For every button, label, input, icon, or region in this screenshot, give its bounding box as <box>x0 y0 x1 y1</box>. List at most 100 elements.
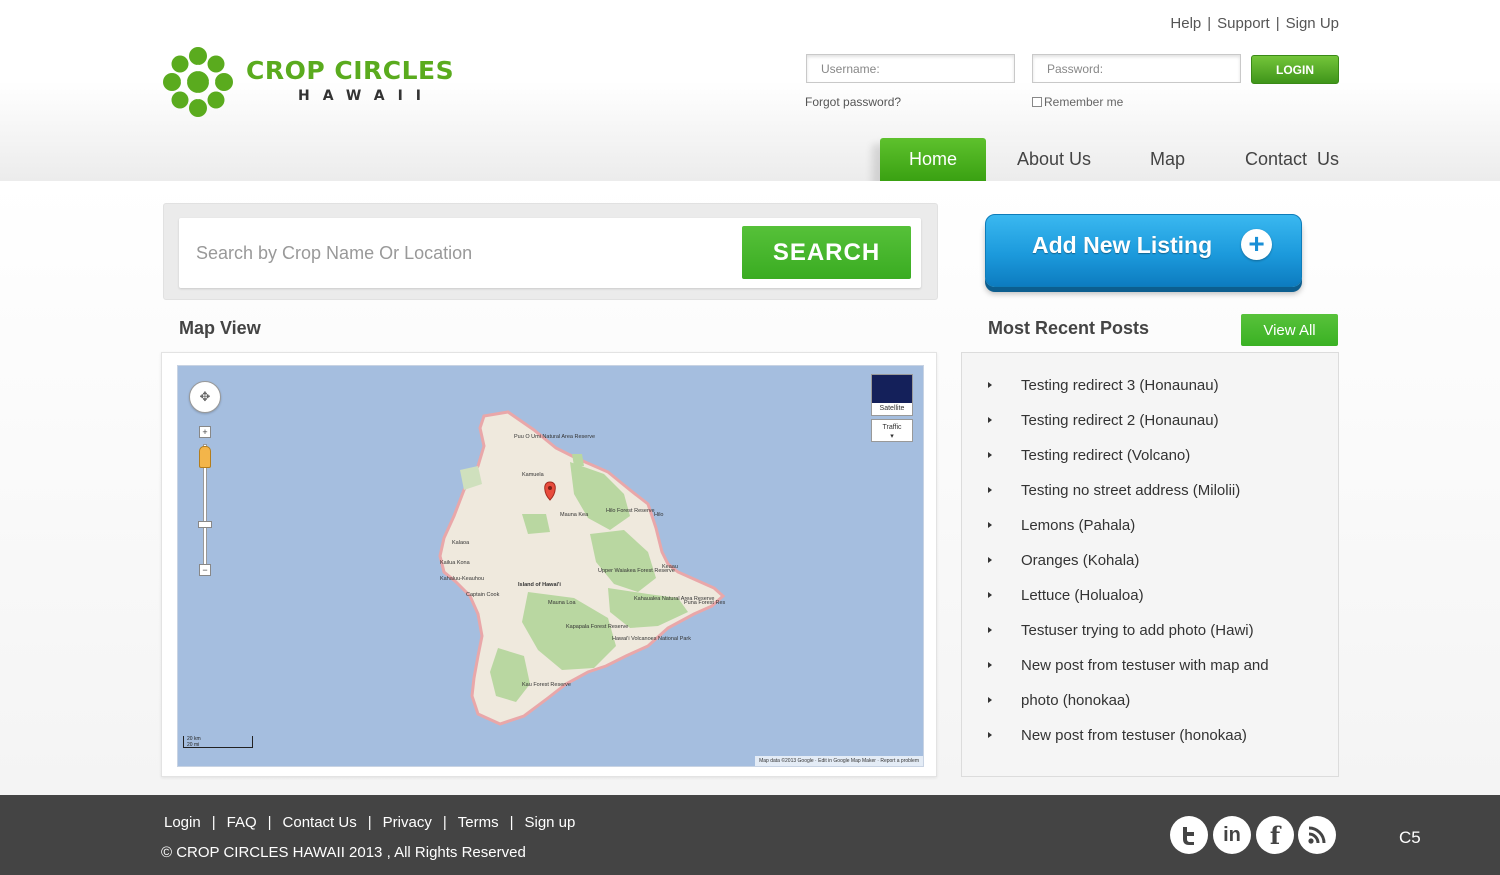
post-title[interactable]: Oranges (Kohala) <box>1021 552 1139 569</box>
island-map: Puu O Umi Natural Area Reserve Kamuela M… <box>438 410 726 726</box>
nav-item-contact-us[interactable]: Contact Us <box>1240 138 1344 181</box>
list-item[interactable]: Oranges (Kohala) <box>962 545 1338 575</box>
add-new-listing-label: Add New Listing <box>1032 232 1213 258</box>
post-title[interactable]: Testuser trying to add photo (Hawi) <box>1021 622 1254 639</box>
chevron-down-icon: ▾ <box>890 433 894 440</box>
nav-item-map[interactable]: Map <box>1135 138 1200 181</box>
flower-logo-icon <box>163 47 233 117</box>
bullet-arrow-icon <box>988 662 992 668</box>
map-panel: Puu O Umi Natural Area Reserve Kamuela M… <box>161 352 937 777</box>
bullet-arrow-icon <box>988 417 992 423</box>
post-title[interactable]: Lemons (Pahala) <box>1021 517 1135 534</box>
signup-link[interactable]: Sign Up <box>1286 15 1339 32</box>
footer-faq-link[interactable]: FAQ <box>227 814 257 831</box>
support-link[interactable]: Support <box>1217 15 1270 32</box>
post-title[interactable]: Testing redirect 2 (Honaunau) <box>1021 412 1219 429</box>
list-item[interactable]: Testing redirect (Volcano) <box>962 440 1338 470</box>
username-field[interactable] <box>806 54 1015 83</box>
list-item[interactable]: New post from testuser (honokaa) <box>962 720 1338 750</box>
list-item[interactable]: New post from testuser with map and <box>962 650 1338 680</box>
map-attribution[interactable]: Map data ©2013 Google · Edit in Google M… <box>755 756 923 766</box>
post-title[interactable]: photo (honokaa) <box>1021 692 1130 709</box>
scale-mi-label: 20 mi <box>187 742 200 748</box>
map-place-label: Kapapala Forest Reserve <box>566 624 628 630</box>
list-item[interactable]: photo (honokaa) <box>962 685 1338 715</box>
satellite-thumbnail <box>872 375 912 403</box>
zoom-slider-handle[interactable] <box>198 521 212 528</box>
bullet-arrow-icon <box>988 522 992 528</box>
separator: | <box>1275 15 1280 32</box>
list-item[interactable]: Testuser trying to add photo (Hawi) <box>962 615 1338 645</box>
map-place-label: Kalaoa <box>452 540 470 546</box>
map-place-label: Puu O Umi Natural Area Reserve <box>514 434 595 440</box>
add-new-listing-button[interactable]: Add New Listing + <box>985 214 1302 287</box>
nav-item-about-us[interactable]: About Us <box>1004 138 1104 181</box>
traffic-label: Traffic <box>882 424 902 431</box>
map-place-label: Kailua Kona <box>440 560 471 566</box>
separator: | <box>442 814 447 831</box>
pegman-icon[interactable] <box>199 446 211 468</box>
map-view-title: Map View <box>179 318 261 338</box>
map-place-label: Mauna Kea <box>560 512 589 518</box>
zoom-in-button[interactable]: + <box>199 426 211 438</box>
footer-terms-link[interactable]: Terms <box>458 814 499 831</box>
post-title[interactable]: Lettuce (Holualoa) <box>1021 587 1144 604</box>
footer-login-link[interactable]: Login <box>164 814 201 831</box>
bullet-arrow-icon <box>988 557 992 563</box>
twitter-icon[interactable] <box>1170 816 1208 854</box>
site-logo[interactable]: CROP CIRCLES HAWAII <box>160 44 460 120</box>
nav-item-home[interactable]: Home <box>880 138 986 181</box>
main-nav: Home About Us Map Contact Us <box>0 138 1500 181</box>
map-canvas[interactable]: Puu O Umi Natural Area Reserve Kamuela M… <box>177 365 924 767</box>
list-item[interactable]: Lettuce (Holualoa) <box>962 580 1338 610</box>
map-place-label: Keaau <box>662 564 678 570</box>
remember-me[interactable]: Remember me <box>1032 95 1123 109</box>
list-item[interactable]: Testing redirect 3 (Honaunau) <box>962 370 1338 400</box>
search-bar: SEARCH <box>179 218 921 288</box>
remember-me-label: Remember me <box>1044 95 1124 109</box>
zoom-out-button[interactable]: − <box>199 564 211 576</box>
search-button[interactable]: SEARCH <box>742 226 911 279</box>
separator: | <box>367 814 372 831</box>
forgot-password-link[interactable]: Forgot password? <box>805 95 901 109</box>
footer-contact-link[interactable]: Contact Us <box>283 814 357 831</box>
post-title[interactable]: Testing redirect 3 (Honaunau) <box>1021 377 1219 394</box>
recent-posts-list: Testing redirect 3 (Honaunau) Testing re… <box>961 352 1339 777</box>
traffic-toggle[interactable]: Traffic ▾ <box>871 419 913 442</box>
footer-links: Login | FAQ | Contact Us | Privacy | Terms | Sign … <box>164 814 575 831</box>
top-links: Help | Support | Sign Up <box>1170 15 1339 32</box>
post-title[interactable]: New post from testuser with map and <box>1021 657 1269 674</box>
map-scale-bar: 20 km 20 mi <box>183 736 253 748</box>
page-code: C5 <box>1399 828 1421 847</box>
satellite-toggle[interactable]: Satellite <box>871 374 913 416</box>
pan-control-icon[interactable]: ✥ <box>189 381 221 413</box>
bullet-arrow-icon <box>988 382 992 388</box>
map-marker-dot <box>548 486 552 490</box>
list-item[interactable]: Testing redirect 2 (Honaunau) <box>962 405 1338 435</box>
bullet-arrow-icon <box>988 452 992 458</box>
remember-me-checkbox[interactable] <box>1032 97 1042 107</box>
footer-signup-link[interactable]: Sign up <box>524 814 575 831</box>
linkedin-icon[interactable]: in <box>1213 816 1251 854</box>
post-title[interactable]: Testing redirect (Volcano) <box>1021 447 1190 464</box>
search-panel: SEARCH <box>163 203 938 300</box>
map-place-label: Island of Hawai'i <box>518 582 561 588</box>
login-button[interactable]: LOGIN <box>1251 55 1339 84</box>
map-place-label: Hilo <box>654 512 663 518</box>
help-link[interactable]: Help <box>1170 15 1201 32</box>
facebook-icon[interactable]: f <box>1256 816 1294 854</box>
list-item[interactable]: Testing no street address (Milolii) <box>962 475 1338 505</box>
footer: Login | FAQ | Contact Us | Privacy | Terms | Sign … <box>0 795 1500 875</box>
footer-privacy-link[interactable]: Privacy <box>383 814 432 831</box>
password-field[interactable] <box>1032 54 1241 83</box>
map-place-label: Hawai'i Volcanoes National Park <box>612 636 691 642</box>
bullet-arrow-icon <box>988 732 992 738</box>
search-input[interactable] <box>179 218 739 288</box>
post-title[interactable]: Testing no street address (Milolii) <box>1021 482 1240 499</box>
list-item[interactable]: Lemons (Pahala) <box>962 510 1338 540</box>
rss-icon[interactable] <box>1298 816 1336 854</box>
post-title[interactable]: New post from testuser (honokaa) <box>1021 727 1247 744</box>
view-all-button[interactable]: View All <box>1241 314 1338 346</box>
map-place-label: Puna Forest Res <box>684 600 726 606</box>
plus-icon: + <box>1241 229 1272 260</box>
